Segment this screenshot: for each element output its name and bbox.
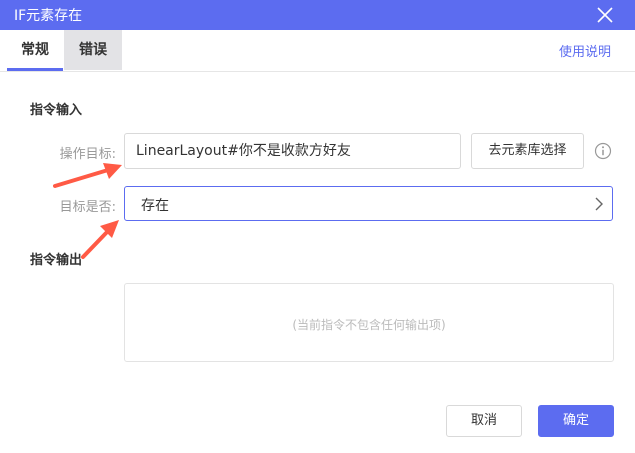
output-box: (当前指令不包含任何输出项)	[124, 283, 614, 362]
tab-error[interactable]: 错误	[64, 30, 122, 70]
target-input[interactable]: LinearLayout#你不是收款方好友	[124, 133, 461, 169]
title-bar: IF元素存在	[0, 0, 635, 30]
info-icon[interactable]	[594, 142, 612, 160]
close-icon[interactable]	[595, 5, 615, 25]
cancel-button[interactable]: 取消	[446, 405, 522, 437]
annotation-arrow	[81, 220, 119, 259]
exists-select[interactable]: 存在	[124, 186, 613, 221]
help-link[interactable]: 使用说明	[559, 41, 611, 60]
annotation-arrow	[53, 163, 122, 188]
output-empty-text: (当前指令不包含任何输出项)	[292, 318, 446, 332]
element-library-button[interactable]: 去元素库选择	[471, 133, 584, 169]
tab-bar: 常规 错误 使用说明	[0, 30, 635, 72]
input-section-title: 指令输入	[30, 103, 83, 118]
tab-general[interactable]: 常规	[7, 30, 63, 71]
window-title: IF元素存在	[14, 8, 83, 24]
exists-value: 存在	[141, 198, 169, 214]
confirm-button[interactable]: 确定	[538, 405, 614, 437]
output-section-title: 指令输出	[30, 253, 83, 268]
chevron-right-icon	[595, 197, 603, 211]
